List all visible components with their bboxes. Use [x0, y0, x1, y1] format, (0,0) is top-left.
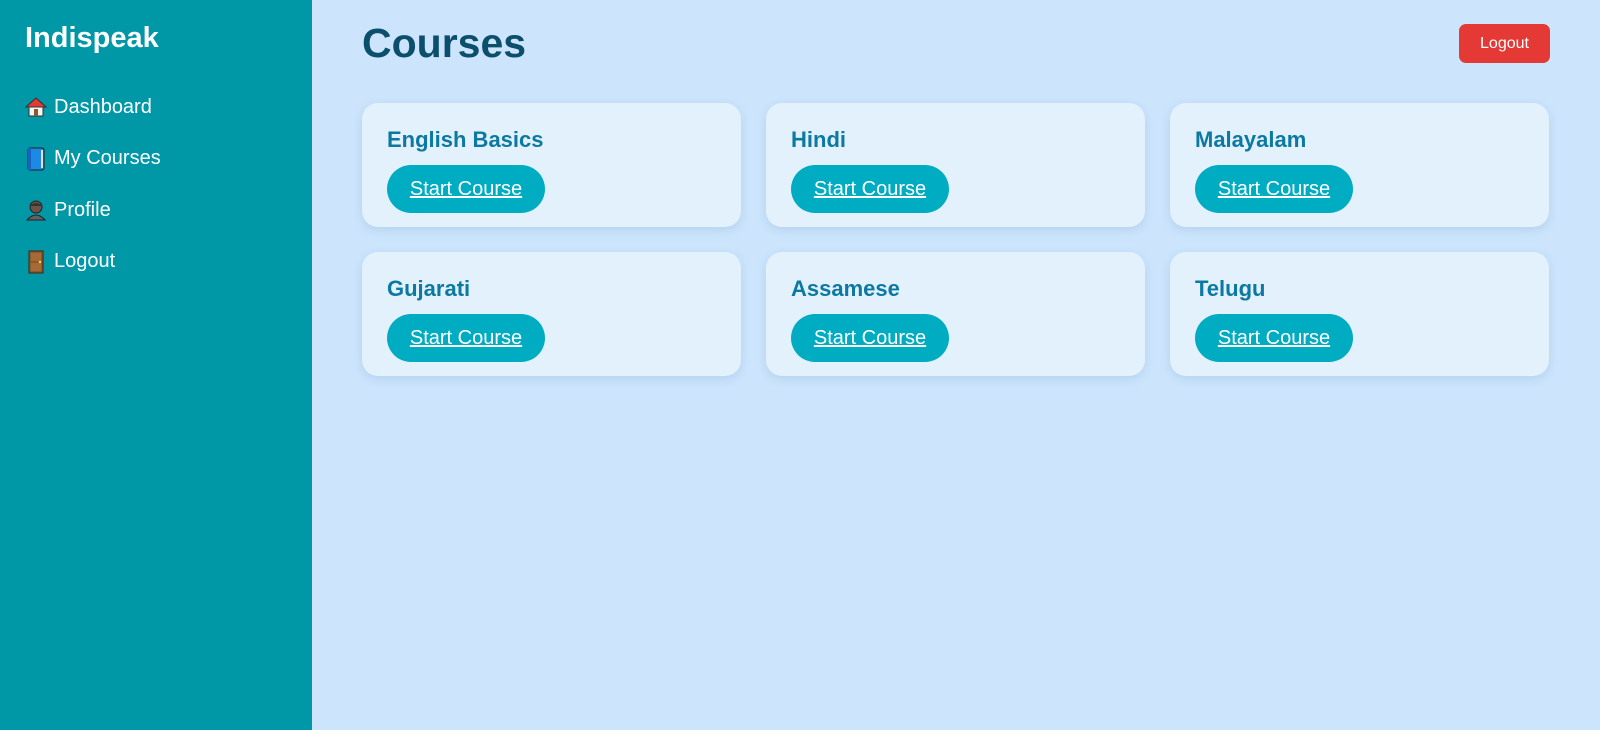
course-title: English Basics — [387, 127, 544, 152]
course-title: Hindi — [791, 127, 846, 152]
sidebar: Indispeak Dashboard My Courses Profile L… — [0, 0, 312, 730]
course-card: Malayalam Start Course — [1170, 103, 1549, 227]
start-course-button[interactable]: Start Course — [791, 314, 949, 362]
start-course-button[interactable]: Start Course — [791, 165, 949, 213]
sidebar-item-my-courses[interactable]: My Courses — [25, 144, 287, 174]
sidebar-item-dashboard[interactable]: Dashboard — [25, 92, 287, 122]
person-icon — [25, 198, 47, 222]
page-title: Courses — [362, 20, 527, 66]
house-icon — [25, 95, 47, 119]
start-course-button[interactable]: Start Course — [387, 314, 545, 362]
start-course-button[interactable]: Start Course — [387, 165, 545, 213]
sidebar-item-label: Dashboard — [54, 95, 152, 118]
course-grid: English Basics Start Course Hindi Start … — [362, 103, 1550, 376]
course-title: Gujarati — [387, 276, 471, 301]
course-card: Assamese Start Course — [766, 252, 1145, 376]
sidebar-item-label: Profile — [54, 198, 111, 221]
door-icon — [25, 250, 47, 274]
course-title: Malayalam — [1195, 127, 1307, 152]
app: Indispeak Dashboard My Courses Profile L… — [0, 0, 1600, 730]
start-course-button[interactable]: Start Course — [1195, 165, 1353, 213]
sidebar-item-logout[interactable]: Logout — [25, 247, 287, 277]
course-card: Gujarati Start Course — [362, 252, 741, 376]
book-icon — [25, 147, 47, 171]
course-card: Hindi Start Course — [766, 103, 1145, 227]
logout-button[interactable]: Logout — [1459, 24, 1550, 63]
sidebar-item-profile[interactable]: Profile — [25, 195, 287, 225]
sidebar-item-label: Logout — [54, 250, 116, 272]
start-course-button[interactable]: Start Course — [1195, 314, 1353, 362]
course-card: Telugu Start Course — [1170, 252, 1549, 376]
sidebar-item-label: My Courses — [54, 147, 161, 169]
brand-logo: Indispeak — [25, 22, 159, 54]
main-content: Courses Logout English Basics Start Cour… — [312, 0, 1600, 730]
course-card: English Basics Start Course — [362, 103, 741, 227]
course-title: Assamese — [791, 276, 900, 301]
course-title: Telugu — [1195, 276, 1266, 301]
